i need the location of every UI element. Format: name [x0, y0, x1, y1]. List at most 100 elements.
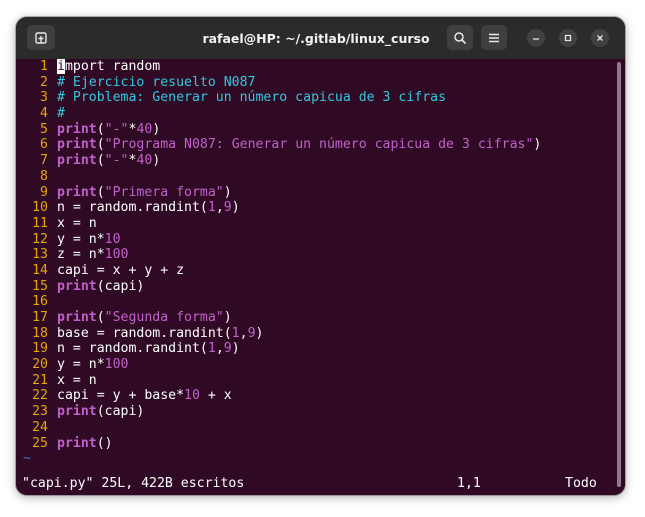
line-number: 18: [32, 325, 48, 341]
code-line[interactable]: 8: [21, 169, 541, 185]
search-icon: [454, 31, 467, 44]
menu-button[interactable]: [481, 25, 507, 50]
code-line[interactable]: 11 x = n: [21, 216, 541, 232]
code-line[interactable]: 3 # Problema: Generar un número capicua d…: [21, 90, 541, 106]
code-token: ,: [239, 325, 248, 341]
empty-line-marker: ~: [23, 451, 31, 467]
line-number: 24: [32, 419, 48, 435]
scroll-indicator: Todo: [565, 476, 597, 491]
code-token: print: [57, 184, 97, 200]
terminal-area[interactable]: 1 import random 2 # Ejercicio resuelto N087…: [16, 59, 625, 495]
code-token: # Problema: Generar un número capicua de…: [57, 90, 447, 106]
code-token: (: [96, 121, 105, 137]
maximize-icon: [564, 34, 572, 42]
line-number: 7: [40, 153, 48, 169]
code-line[interactable]: 23 print(capi): [21, 404, 541, 420]
code-token: 9: [223, 341, 232, 357]
code-line[interactable]: 1 import random: [21, 59, 541, 75]
line-number: 25: [32, 435, 48, 451]
line-number: 13: [32, 247, 48, 263]
search-button[interactable]: [447, 25, 473, 50]
code-token: base = random.randint(: [57, 325, 232, 341]
cursor-position: 1,1: [457, 476, 481, 491]
code-line[interactable]: 9 print("Primera forma"): [21, 185, 541, 201]
code-line[interactable]: 5 print("-"*40): [21, 122, 541, 138]
code-token: (capi): [96, 278, 145, 294]
code-line[interactable]: 19 n = random.randint(1,9): [21, 341, 541, 357]
code-line[interactable]: 13 z = n*100: [21, 247, 541, 263]
maximize-button[interactable]: [559, 29, 577, 47]
code-token: n = random.randint(: [57, 200, 208, 216]
line-number: 17: [32, 310, 48, 325]
code-token: print: [57, 310, 97, 325]
minimize-button[interactable]: [527, 29, 545, 47]
code-token: z = n*: [57, 247, 105, 263]
code-token: 9: [223, 200, 232, 216]
code-token: x = n: [57, 372, 97, 388]
code-line[interactable]: 4 #: [21, 106, 541, 122]
code-token: ): [231, 341, 240, 357]
code-line[interactable]: 10 n = random.randint(1,9): [21, 200, 541, 216]
code-line[interactable]: 12 y = n*10: [21, 232, 541, 248]
minimize-icon: [533, 38, 539, 40]
code-line[interactable]: 24: [21, 420, 541, 436]
line-number: 19: [32, 341, 48, 357]
line-number: 5: [40, 121, 48, 137]
code-token: "Programa N087: Generar un número capicu…: [104, 137, 534, 153]
text-cursor: i: [57, 59, 65, 74]
new-tab-button[interactable]: [27, 25, 55, 50]
status-message: "capi.py" 25L, 422B escritos: [22, 476, 245, 491]
code-token: import random: [57, 59, 161, 74]
code-token: + x: [199, 388, 232, 404]
code-line[interactable]: 14 capi = x + y + z: [21, 263, 541, 279]
scrollbar[interactable]: [617, 62, 621, 487]
code-line[interactable]: 6 print("Programa N087: Generar un número…: [21, 137, 541, 153]
code-token: ): [152, 121, 161, 137]
code-token: capi = x + y + z: [57, 262, 185, 278]
code-token: (): [96, 435, 113, 451]
code-token: 100: [104, 357, 129, 373]
code-line[interactable]: 21 x = n: [21, 373, 541, 389]
code-token: print: [57, 404, 97, 420]
code-line[interactable]: 25 print(): [21, 436, 541, 452]
code-token: 9: [247, 325, 256, 341]
line-number: 12: [32, 231, 48, 247]
code-token: print: [57, 121, 97, 137]
line-number: 11: [32, 215, 48, 231]
code-line[interactable]: 20 y = n*100: [21, 357, 541, 373]
code-token: (: [96, 184, 105, 200]
code-line[interactable]: 7 print("-"*40): [21, 153, 541, 169]
line-number: 2: [40, 74, 48, 90]
code-line[interactable]: 17 print("Segunda forma"): [21, 310, 541, 326]
close-button[interactable]: [591, 29, 609, 47]
code-token: (: [96, 153, 105, 169]
code-token: "-": [104, 121, 129, 137]
code-token: # Ejercicio resuelto N087: [57, 74, 256, 90]
line-number: 4: [40, 106, 48, 122]
code-token: ): [231, 200, 240, 216]
code-token: 10: [184, 388, 200, 404]
code-line[interactable]: 18 base = random.randint(1,9): [21, 326, 541, 342]
code-token: n = random.randint(: [57, 341, 208, 357]
code-token: 10: [104, 231, 121, 247]
vim-buffer[interactable]: 1 import random 2 # Ejercicio resuelto N087…: [21, 59, 541, 467]
code-line[interactable]: 2 # Ejercicio resuelto N087: [21, 75, 541, 91]
line-number: 23: [32, 404, 48, 420]
code-line[interactable]: 16: [21, 294, 541, 310]
code-token: 1: [207, 341, 216, 357]
line-number: 1: [40, 59, 48, 74]
code-line[interactable]: 15 print(capi): [21, 279, 541, 295]
code-line[interactable]: 22 capi = y + base*10 + x: [21, 388, 541, 404]
line-number: 21: [32, 372, 48, 388]
vim-status-line: "capi.py" 25L, 422B escritos 1,1 Todo: [16, 473, 625, 495]
line-number: 16: [32, 294, 48, 310]
code-token: "Primera forma": [104, 184, 224, 200]
line-number: 20: [32, 357, 48, 373]
code-token: ,: [215, 341, 224, 357]
code-token: (: [96, 137, 105, 153]
title-bar[interactable]: rafael@HP: ~/.gitlab/linux_curso: [16, 17, 625, 59]
code-token: print: [57, 278, 97, 294]
line-number: 8: [40, 168, 48, 184]
code-token: capi = y + base*: [57, 388, 185, 404]
code-token: print: [57, 435, 97, 451]
